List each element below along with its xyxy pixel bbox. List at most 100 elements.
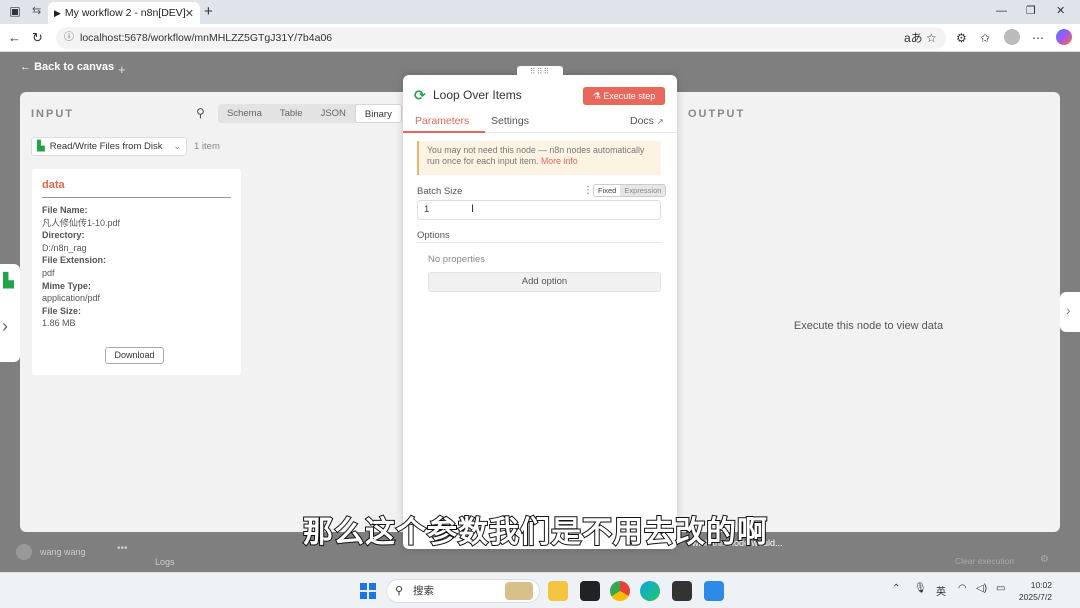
maximize-icon[interactable]: ❐ <box>1026 4 1036 18</box>
ime-indicator[interactable]: 英 <box>936 583 946 598</box>
arrow-left-icon: ← <box>20 61 31 73</box>
read-aloud-icon[interactable]: aあ <box>904 30 923 46</box>
reload-icon[interactable]: ↻ <box>32 30 43 46</box>
parameter-tabs: Parameters Settings Docs ↗ <box>403 113 677 133</box>
n8n-app: ← Back to canvas + INPUT ⚲ Schema Table … <box>0 52 1080 572</box>
active-tab-indicator <box>403 131 485 133</box>
video-subtitle: 那么这个参数我们是不用去改的啊 <box>302 515 768 550</box>
close-tab-icon[interactable]: ✕ <box>185 7 194 20</box>
add-node-icon[interactable]: + <box>118 62 126 77</box>
search-icon[interactable]: ⚲ <box>196 106 205 120</box>
input-panel: INPUT ⚲ Schema Table JSON Binary ▙ Read/… <box>20 92 403 532</box>
drag-handle[interactable]: ⠿⠿⠿ <box>517 66 563 78</box>
next-node-handle[interactable]: › <box>1060 292 1080 332</box>
meta-field: File Extension: pdf <box>42 255 107 278</box>
play-icon: ▶ <box>54 7 61 18</box>
microphone-icon[interactable]: 🎙 <box>914 583 927 594</box>
close-window-icon[interactable]: ✕ <box>1056 4 1065 18</box>
notepad-icon[interactable] <box>704 581 724 601</box>
terminal-icon[interactable] <box>672 581 692 601</box>
notice-callout: You may not need this node — n8n nodes a… <box>417 141 661 175</box>
windows-start-icon[interactable] <box>360 583 376 599</box>
output-panel-title: OUTPUT <box>688 108 746 120</box>
previous-node-handle[interactable]: ▙ › <box>0 264 20 362</box>
meta-field: Directory: D:/n8n_rag <box>42 230 87 253</box>
view-mode-tabs: Schema Table JSON Binary <box>218 104 402 123</box>
clear-execution-button[interactable]: Clear execution <box>955 556 1014 566</box>
loop-icon: ⟳ <box>414 87 426 103</box>
logs-tab[interactable]: Logs <box>155 557 175 567</box>
browser-tab[interactable]: ▶ My workflow 2 - n8n[DEV] ✕ <box>48 2 200 24</box>
notice-text: You may not need this node — n8n nodes a… <box>427 145 645 166</box>
tab-title: My workflow 2 - n8n[DEV] <box>64 7 185 19</box>
execute-step-button[interactable]: ⚗ Execute step <box>583 87 665 105</box>
file-node-icon: ▙ <box>3 272 14 288</box>
user-menu-icon[interactable]: ••• <box>117 543 128 554</box>
windows-taskbar: ⚲ 搜索 ⌃ 🎙 英 ◠ ◁) ▭ 10:02 2025/7/2 <box>0 572 1080 608</box>
text-cursor-icon: I <box>471 203 475 215</box>
new-tab-button[interactable]: + <box>204 2 213 22</box>
tab-parameters[interactable]: Parameters <box>415 115 469 127</box>
external-link-icon: ↗ <box>656 117 664 126</box>
more-info-link[interactable]: More info <box>541 156 578 166</box>
address-bar-row: ← ↻ ⓘ localhost:5678/workflow/mnMHLZZ5GT… <box>0 24 1080 52</box>
battery-icon[interactable]: ▭ <box>996 583 1005 594</box>
tab-actions-icon[interactable]: ▣ <box>8 4 22 18</box>
fixed-expression-toggle: Fixed Expression <box>593 184 667 197</box>
more-icon[interactable]: ⋯ <box>1032 30 1044 46</box>
url-field[interactable]: ⓘ localhost:5678/workflow/mnMHLZZ5GTgJ31… <box>56 27 946 49</box>
edge-icon[interactable] <box>640 581 660 601</box>
panel-settings-icon[interactable]: ⚙ <box>1040 554 1049 565</box>
copilot-icon[interactable] <box>1056 29 1072 45</box>
download-button[interactable]: Download <box>105 347 164 364</box>
meta-field: Mime Type: application/pdf <box>42 280 101 304</box>
clock[interactable]: 10:02 2025/7/2 <box>1016 579 1052 603</box>
output-panel: OUTPUT Execute this node to view data <box>677 92 1060 532</box>
site-info-icon[interactable]: ⓘ <box>64 27 74 49</box>
node-parameters-panel: ⠿⠿⠿ ⟳ Loop Over Items ⚗ Execute step Par… <box>403 66 677 549</box>
mode-expression[interactable]: Expression <box>620 185 666 196</box>
app-icon[interactable] <box>580 581 600 601</box>
taskbar-search[interactable]: ⚲ 搜索 <box>386 579 540 603</box>
tab-json[interactable]: JSON <box>312 104 355 123</box>
wifi-icon[interactable]: ◠ <box>958 583 967 594</box>
volume-icon[interactable]: ◁) <box>976 583 987 594</box>
avatar[interactable] <box>16 544 32 560</box>
minimize-icon[interactable]: — <box>996 4 1007 18</box>
back-arrow-icon[interactable]: ← <box>8 30 21 46</box>
taskbar-search-placeholder: 搜索 <box>413 585 434 597</box>
tab-schema[interactable]: Schema <box>218 104 271 123</box>
meta-field: File Size: 1.86 MB <box>42 305 82 329</box>
batch-size-label: Batch Size <box>417 186 463 197</box>
tab-binary[interactable]: Binary <box>354 104 402 123</box>
options-menu-icon[interactable]: ⋮ <box>583 185 593 196</box>
favorite-star-icon[interactable]: ☆ <box>926 30 937 46</box>
batch-size-input[interactable]: 1 <box>417 200 661 220</box>
chevron-up-icon[interactable]: ⌃ <box>892 583 900 594</box>
back-to-canvas-button[interactable]: ← Back to canvas <box>20 61 114 73</box>
extensions-icon[interactable]: ⚙ <box>956 30 967 46</box>
mode-fixed[interactable]: Fixed <box>594 185 621 196</box>
tab-table[interactable]: Table <box>271 104 312 123</box>
add-option-button[interactable]: Add option <box>428 272 661 292</box>
node-title[interactable]: Loop Over Items <box>433 88 522 102</box>
tab-settings[interactable]: Settings <box>491 115 529 127</box>
input-panel-title: INPUT <box>31 108 74 120</box>
file-explorer-icon[interactable] <box>548 581 568 601</box>
binary-property-title: data <box>42 179 231 198</box>
flask-icon: ⚗ <box>592 91 601 101</box>
options-divider <box>417 242 661 243</box>
clock-date: 2025/7/2 <box>1018 592 1052 602</box>
file-icon: ▙ <box>37 141 45 152</box>
chrome-icon[interactable] <box>610 581 630 601</box>
favorites-icon[interactable]: ✩ <box>980 30 990 46</box>
search-highlight-image <box>505 582 533 600</box>
chevron-right-icon: › <box>2 316 8 336</box>
binary-data-card: data File Name: 凡人修仙传1-10.pdf Directory:… <box>32 169 241 375</box>
input-node-name: Read/Write Files from Disk <box>49 141 163 152</box>
tab-docs[interactable]: Docs ↗ <box>630 115 664 127</box>
input-node-selector[interactable]: ▙ Read/Write Files from Disk ⌄ <box>31 137 187 156</box>
tab-group-icon[interactable]: ⇆ <box>32 4 41 18</box>
url-text: localhost:5678/workflow/mnMHLZZ5GTgJ31Y/… <box>80 32 333 44</box>
profile-avatar[interactable] <box>1004 29 1020 45</box>
